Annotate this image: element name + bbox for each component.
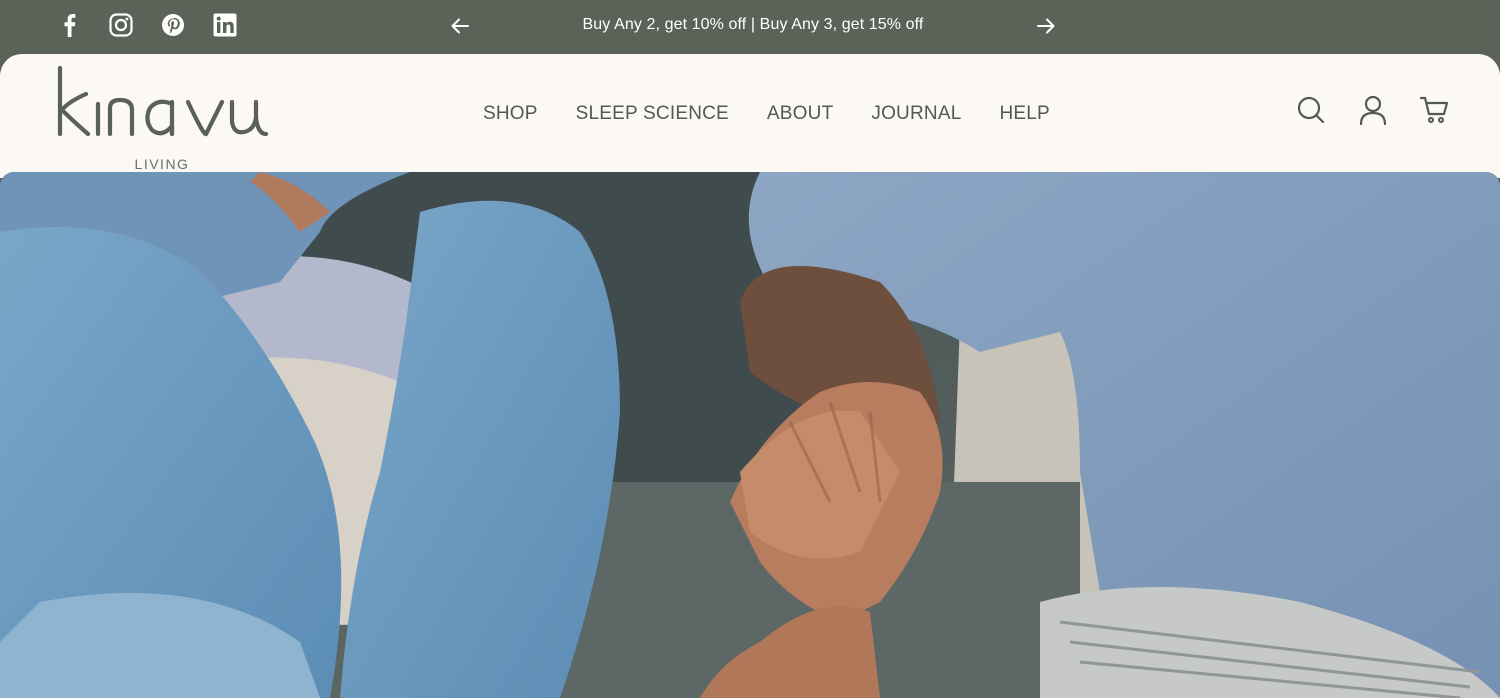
announcement-text[interactable]: Buy Any 2, get 10% off | Buy Any 3, get … (480, 16, 1026, 34)
logo[interactable]: LIVING (54, 64, 274, 172)
linkedin-icon[interactable] (212, 12, 238, 38)
instagram-icon[interactable] (108, 12, 134, 38)
logo-subtitle: LIVING (134, 156, 190, 172)
account-button[interactable] (1358, 94, 1388, 126)
cart-icon (1420, 96, 1449, 123)
arrow-right-icon (1037, 18, 1055, 34)
social-links (56, 12, 238, 38)
nav-item-about[interactable]: ABOUT (767, 103, 833, 125)
search-button[interactable] (1296, 94, 1326, 126)
nav-item-shop[interactable]: SHOP (483, 103, 538, 125)
pinterest-icon[interactable] (160, 12, 186, 38)
site-header: LIVING SHOP SLEEP SCIENCE ABOUT JOURNAL … (0, 54, 1500, 178)
nav-item-journal[interactable]: JOURNAL (871, 103, 961, 125)
announcement-next-button[interactable] (1034, 14, 1058, 38)
logo-wordmark (57, 65, 269, 137)
announcement-bar: Buy Any 2, get 10% off | Buy Any 3, get … (0, 0, 1500, 54)
announcement-prev-button[interactable] (448, 14, 472, 38)
cart-button[interactable] (1420, 94, 1450, 126)
facebook-icon[interactable] (56, 12, 82, 38)
user-icon (1359, 95, 1387, 125)
hero-image (0, 172, 1500, 698)
nav-item-sleep-science[interactable]: SLEEP SCIENCE (576, 103, 729, 125)
search-icon (1297, 96, 1325, 124)
main-nav: SHOP SLEEP SCIENCE ABOUT JOURNAL HELP (483, 103, 1050, 125)
arrow-left-icon (451, 18, 469, 34)
header-tools (1296, 94, 1450, 126)
nav-item-help[interactable]: HELP (999, 103, 1049, 125)
